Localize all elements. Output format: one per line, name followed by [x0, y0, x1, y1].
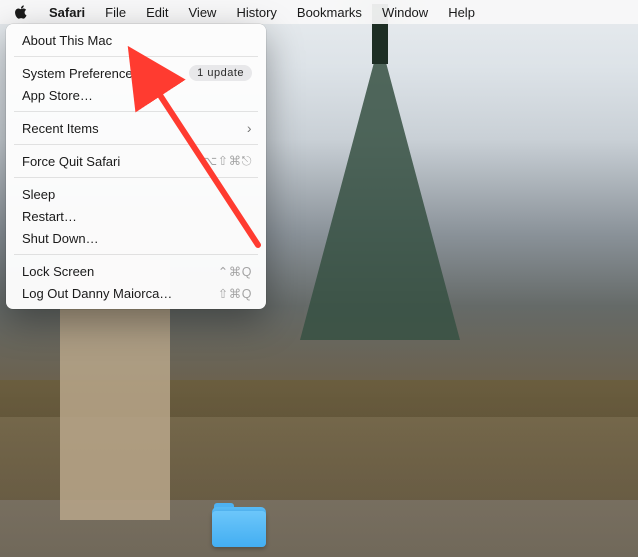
menubar-edit[interactable]: Edit [136, 0, 178, 24]
menu-restart[interactable]: Restart… [6, 205, 266, 227]
menubar-window[interactable]: Window [372, 0, 438, 24]
menubar-history[interactable]: History [226, 0, 286, 24]
menu-label: App Store… [22, 88, 93, 103]
menu-label: System Preferences… [22, 66, 152, 81]
update-badge: 1 update [189, 65, 252, 81]
menubar-app-name[interactable]: Safari [39, 0, 95, 24]
menu-log-out[interactable]: Log Out Danny Maiorca… ⇧⌘Q [6, 282, 266, 304]
apple-logo-icon [14, 4, 28, 20]
menu-label: About This Mac [22, 33, 112, 48]
menu-system-preferences[interactable]: System Preferences… 1 update [6, 62, 266, 84]
menubar-help[interactable]: Help [438, 0, 485, 24]
menu-shortcut: ⌥⇧⌘⎋ [203, 153, 252, 169]
menu-label: Sleep [22, 187, 55, 202]
menu-force-quit[interactable]: Force Quit Safari ⌥⇧⌘⎋ [6, 150, 266, 172]
menu-separator [14, 56, 258, 57]
menubar-view[interactable]: View [179, 0, 227, 24]
apple-menu-dropdown: About This Mac System Preferences… 1 upd… [6, 24, 266, 309]
menu-about-this-mac[interactable]: About This Mac [6, 29, 266, 51]
menu-sleep[interactable]: Sleep [6, 183, 266, 205]
chevron-right-icon: › [247, 120, 252, 136]
menu-separator [14, 111, 258, 112]
menu-label: Recent Items [22, 121, 99, 136]
desktop-folder-icon[interactable] [210, 503, 268, 549]
menubar-file[interactable]: File [95, 0, 136, 24]
menu-recent-items[interactable]: Recent Items › [6, 117, 266, 139]
menu-label: Shut Down… [22, 231, 99, 246]
menu-label: Restart… [22, 209, 77, 224]
menu-bar: Safari File Edit View History Bookmarks … [0, 0, 638, 24]
menu-label: Lock Screen [22, 264, 94, 279]
apple-menu[interactable] [14, 0, 39, 24]
menubar-bookmarks[interactable]: Bookmarks [287, 0, 372, 24]
menu-shortcut: ⇧⌘Q [218, 286, 252, 301]
menu-label: Force Quit Safari [22, 154, 120, 169]
menu-shortcut: ⌃⌘Q [218, 264, 252, 279]
menu-app-store[interactable]: App Store… [6, 84, 266, 106]
menu-lock-screen[interactable]: Lock Screen ⌃⌘Q [6, 260, 266, 282]
menu-separator [14, 144, 258, 145]
menu-label: Log Out Danny Maiorca… [22, 286, 172, 301]
menu-separator [14, 254, 258, 255]
menu-shut-down[interactable]: Shut Down… [6, 227, 266, 249]
menu-separator [14, 177, 258, 178]
